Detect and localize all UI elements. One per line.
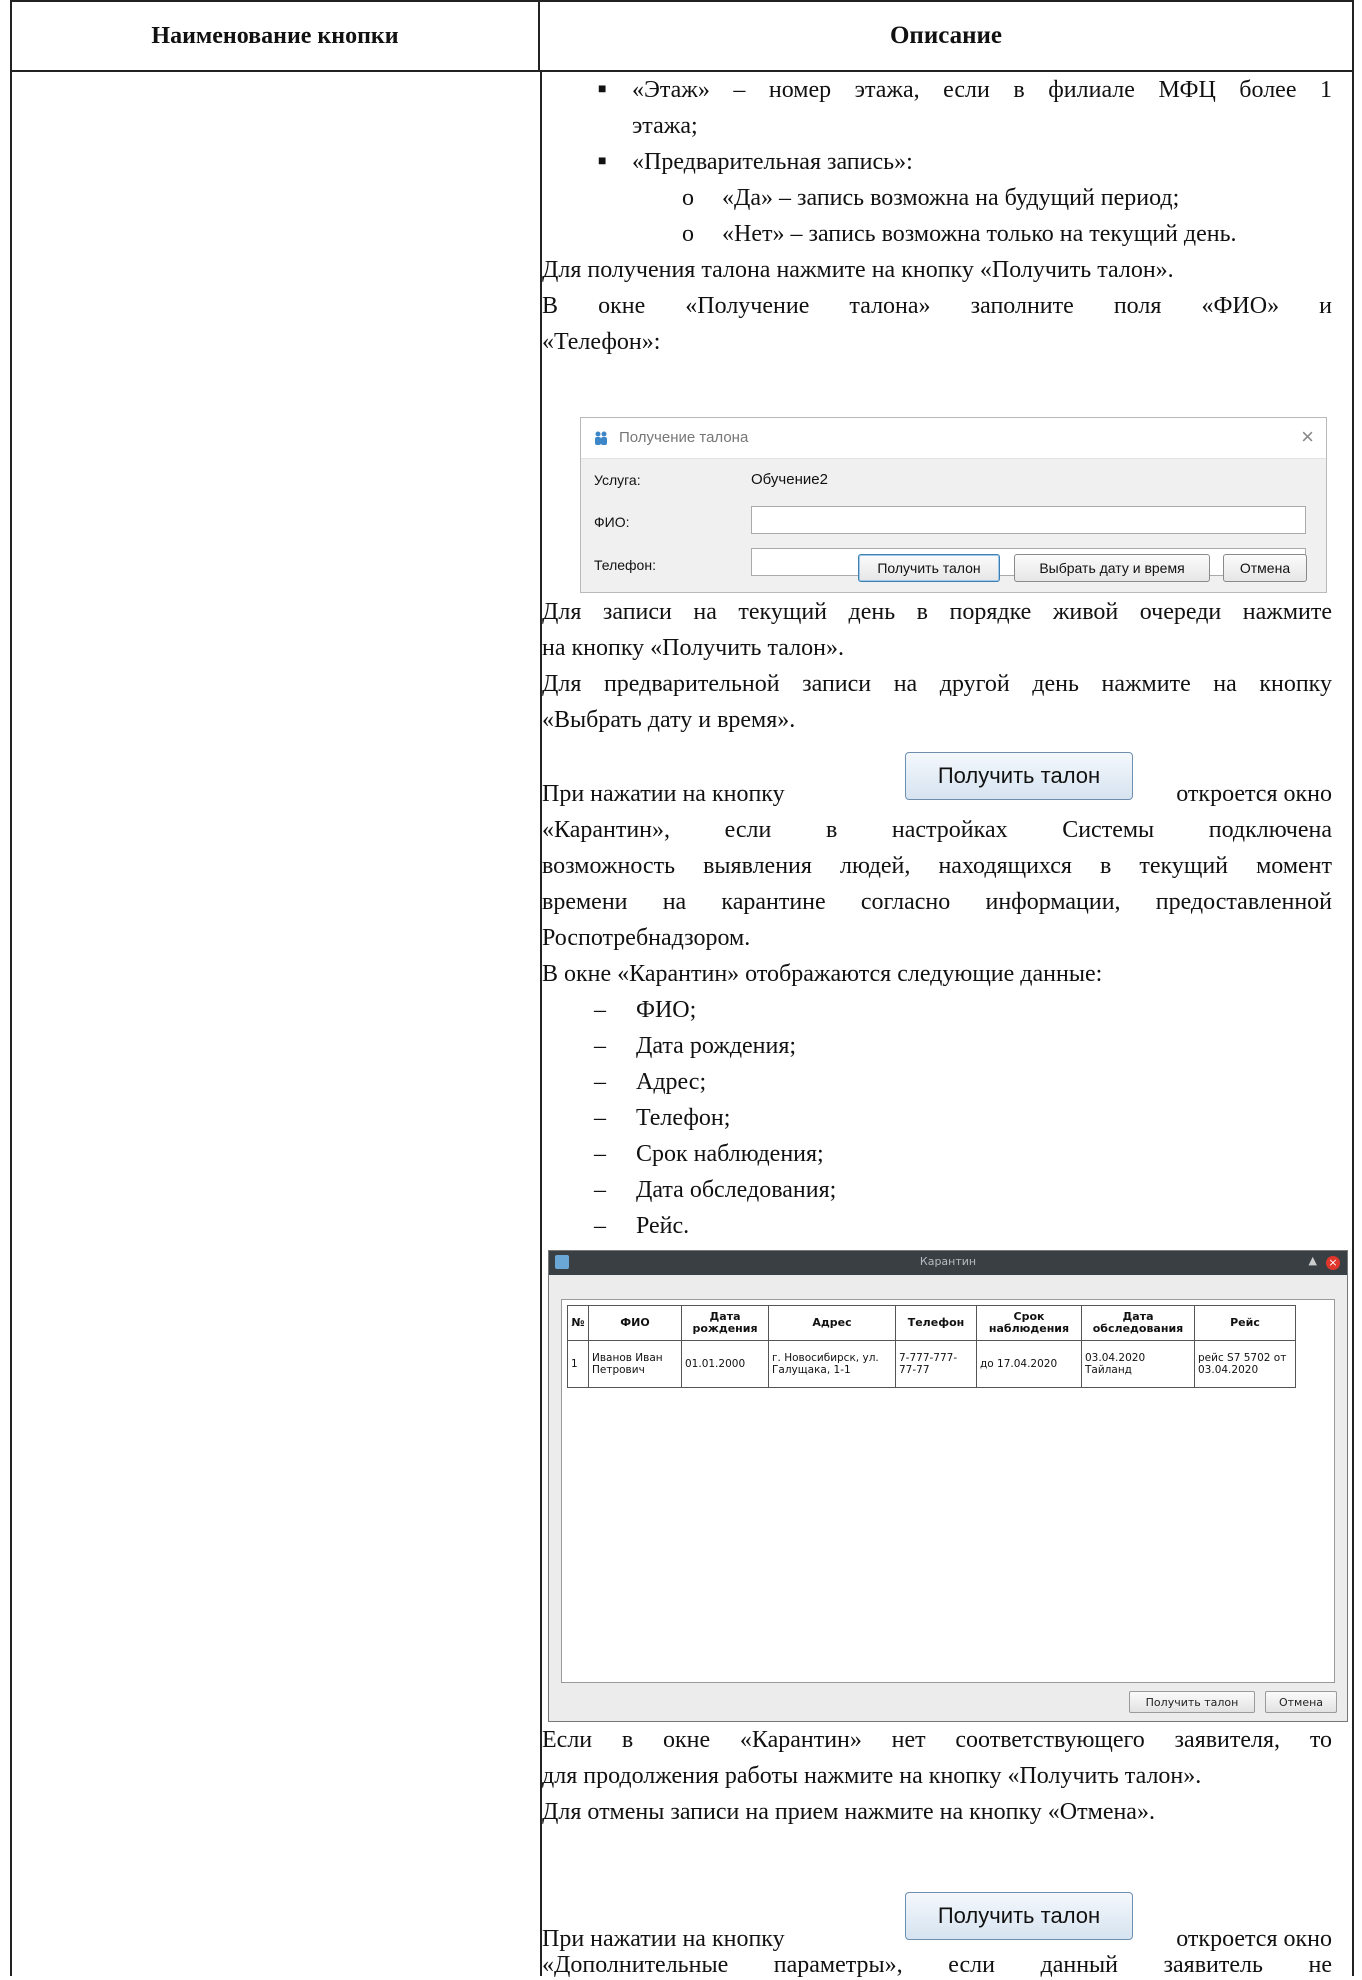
para-window-line2: «Телефон»: <box>542 329 661 355</box>
quarantine-desc: «Карантин», если в настройках Системы по… <box>542 812 1332 1244</box>
description-cell: ■ «Этаж» – номер этажа, если в филиале М… <box>542 72 1332 360</box>
para-live-line1: Для записи на текущий день в порядке жив… <box>542 599 1332 625</box>
description-cell-cont: Для записи на текущий день в порядке жив… <box>542 594 1332 738</box>
circle-bullet-icon: o <box>682 185 694 211</box>
maximize-icon[interactable]: ▲ <box>1309 1254 1317 1267</box>
para-other-line1: Для предварительной записи на другой ден… <box>542 671 1332 697</box>
list-item: – ФИО; <box>594 997 697 1023</box>
sub-bullet-no: o «Нет» – запись возможна только на теку… <box>542 216 1332 252</box>
bullet-prereg: ■ «Предварительная запись»: <box>542 144 1332 180</box>
quarantine-table: № ФИО Дата рождения Адрес Телефон Срок н… <box>567 1305 1296 1388</box>
para-live-line2: на кнопку «Получить талон». <box>542 635 844 661</box>
cancel-button[interactable]: Отмена <box>1265 1691 1337 1713</box>
fio-label: ФИО: <box>594 514 630 530</box>
get-ticket-button-image: Получить талон <box>905 1892 1133 1940</box>
list-item: – Дата рождения; <box>594 1033 797 1059</box>
phone-label: Телефон: <box>594 557 656 573</box>
table-header-row: № ФИО Дата рождения Адрес Телефон Срок н… <box>567 1305 1296 1341</box>
fio-field[interactable] <box>751 506 1306 534</box>
table-row[interactable]: 1 Иванов Иван Петрович 01.01.2000 г. Нов… <box>567 1340 1296 1388</box>
bullet-floor: ■ «Этаж» – номер этажа, если в филиале М… <box>542 72 1332 108</box>
list-item: – Телефон; <box>594 1105 731 1131</box>
circle-bullet-icon: o <box>682 221 694 247</box>
window-titlebar: Карантин ▲ × <box>549 1251 1347 1275</box>
header-button-name: Наименование кнопки <box>12 2 540 70</box>
header-description: Описание <box>889 22 1003 49</box>
close-icon[interactable]: × <box>1326 1256 1340 1270</box>
window-title: Карантин <box>919 1255 977 1268</box>
square-bullet-icon: ■ <box>598 82 607 97</box>
square-bullet-icon: ■ <box>598 154 607 169</box>
service-label: Услуга: <box>594 472 641 488</box>
dialog-title: Получение талона <box>619 429 749 446</box>
cancel-button[interactable]: Отмена <box>1223 554 1307 582</box>
sub-bullet-yes: o «Да» – запись возможна на будущий пери… <box>542 180 1332 216</box>
press-text-1b: откроется окно <box>1176 781 1332 807</box>
para-other-line2: «Выбрать дату и время». <box>542 707 796 733</box>
dialog-titlebar: Получение талона × <box>581 418 1326 459</box>
get-ticket-button[interactable]: Получить талон <box>858 554 1000 582</box>
bullet-floor-cont: этажа; <box>632 113 698 139</box>
list-item: – Срок наблюдения; <box>594 1141 824 1167</box>
para-window-line1: В окне «Получение талона» заполните поля… <box>542 293 1332 319</box>
quarantine-window: Карантин ▲ × № ФИО Дата рождения Адрес Т… <box>548 1250 1348 1722</box>
people-icon <box>595 431 607 445</box>
table-header: Наименование кнопки Описание <box>12 0 1352 72</box>
document-page: Наименование кнопки Описание ■ «Этаж» – … <box>0 0 1362 1978</box>
get-ticket-button[interactable]: Получить талон <box>1129 1691 1255 1713</box>
quarantine-table-pane: № ФИО Дата рождения Адрес Телефон Срок н… <box>561 1299 1335 1683</box>
choose-datetime-button[interactable]: Выбрать дату и время <box>1014 554 1210 582</box>
list-item: – Дата обследования; <box>594 1177 837 1203</box>
list-item: – Рейс. <box>594 1213 690 1239</box>
press-text-1: При нажатии на кнопку <box>542 781 785 807</box>
para-get-ticket: Для получения талона нажмите на кнопку «… <box>542 257 1174 283</box>
get-ticket-button-image: Получить талон <box>905 752 1133 800</box>
get-ticket-dialog: Получение талона × Услуга: Обучение2 ФИО… <box>580 417 1327 593</box>
service-value: Обучение2 <box>751 471 828 488</box>
list-item: – Адрес; <box>594 1069 707 1095</box>
close-icon[interactable]: × <box>1301 424 1314 450</box>
description-cell-end: Если в окне «Карантин» нет соответствующ… <box>542 1727 1332 1825</box>
